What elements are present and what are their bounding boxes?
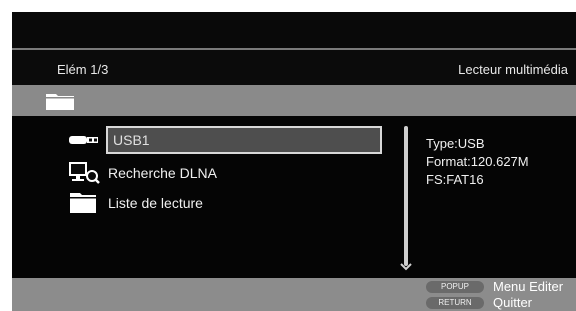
- list-item-playlist[interactable]: Liste de lecture: [68, 189, 398, 217]
- list-item-label: Liste de lecture: [108, 195, 203, 211]
- network-search-icon: [69, 162, 100, 184]
- info-format: Format:120.627M: [426, 154, 529, 169]
- popup-key-badge: POPUP: [426, 281, 484, 293]
- info-type: Type:USB: [426, 136, 485, 151]
- info-filesystem: FS:FAT16: [426, 172, 484, 187]
- folder-icon: [46, 94, 74, 110]
- usb-icon: [69, 136, 98, 144]
- return-action-label[interactable]: Quitter: [493, 295, 532, 310]
- folder-icon: [70, 193, 96, 213]
- list-item-dlna-search[interactable]: Recherche DLNA: [68, 159, 398, 187]
- return-key-badge: RETURN: [426, 297, 484, 309]
- player-title: Lecteur multimédia: [458, 62, 568, 77]
- media-player-screen: Elém 1/3 Lecteur multimédia USB1 Recherc…: [12, 12, 576, 311]
- path-bar: [12, 85, 576, 116]
- list-item-usb1[interactable]: USB1: [68, 126, 398, 154]
- top-divider: [12, 48, 576, 50]
- chevron-down-icon[interactable]: [399, 262, 413, 272]
- top-bar: [12, 12, 576, 48]
- scrollbar[interactable]: [404, 126, 408, 266]
- media-list: USB1 Recherche DLNA Liste de lecture Typ…: [12, 116, 576, 278]
- footer-bar: POPUP Menu Editer RETURN Quitter: [12, 278, 576, 311]
- popup-action-label[interactable]: Menu Editer: [493, 279, 563, 294]
- list-item-label: USB1: [106, 126, 382, 154]
- list-item-label: Recherche DLNA: [108, 165, 217, 181]
- item-counter: Elém 1/3: [57, 62, 109, 77]
